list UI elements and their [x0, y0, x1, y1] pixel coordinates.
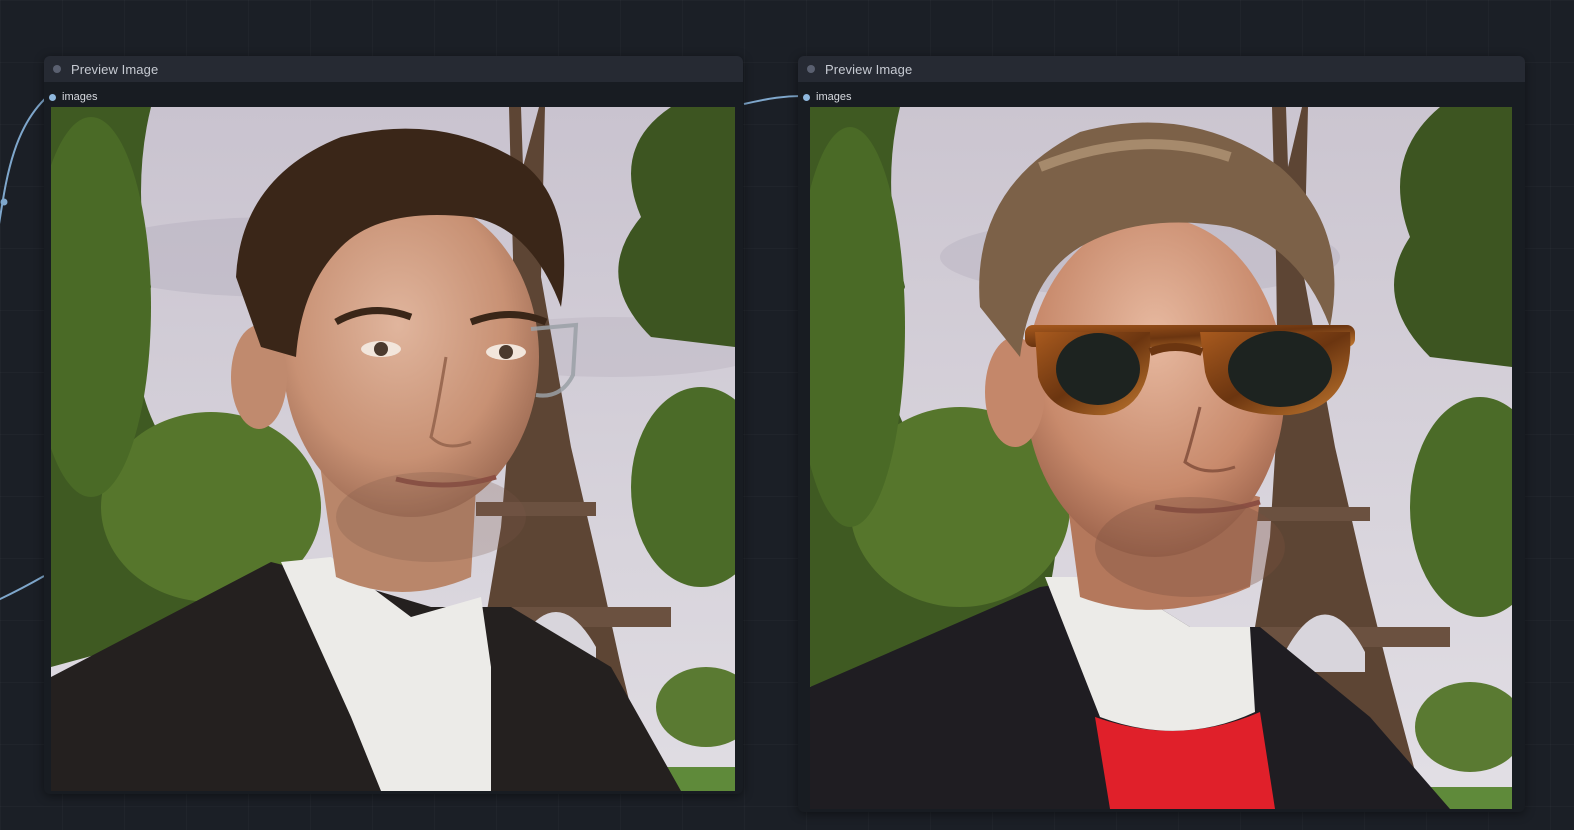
- node-title: Preview Image: [825, 61, 913, 77]
- node-header[interactable]: Preview Image: [798, 56, 1525, 82]
- wire-to-node-2-input: [743, 95, 803, 105]
- input-connector-dot-icon[interactable]: [49, 93, 56, 101]
- preview-image-node-2[interactable]: Preview Image images: [798, 56, 1525, 812]
- preview-image-node-1[interactable]: Preview Image images: [44, 56, 743, 794]
- collapse-dot-icon[interactable]: [807, 65, 815, 73]
- wire-to-node-1-input: [0, 95, 49, 225]
- wire-reroute-dot: [0, 198, 8, 206]
- input-slot-images[interactable]: images: [803, 90, 851, 104]
- right-trees: [1394, 107, 1512, 367]
- preview-image-1: [51, 107, 735, 791]
- input-slot-images[interactable]: images: [49, 90, 97, 104]
- input-slot-label: images: [816, 91, 852, 103]
- input-slot-label: images: [62, 91, 98, 103]
- node-header[interactable]: Preview Image: [44, 56, 743, 82]
- input-connector-dot-icon[interactable]: [803, 93, 810, 101]
- preview-image-2: [810, 107, 1512, 809]
- node-title: Preview Image: [71, 61, 159, 77]
- collapse-dot-icon[interactable]: [53, 65, 61, 73]
- wire-lower-left: [0, 575, 45, 601]
